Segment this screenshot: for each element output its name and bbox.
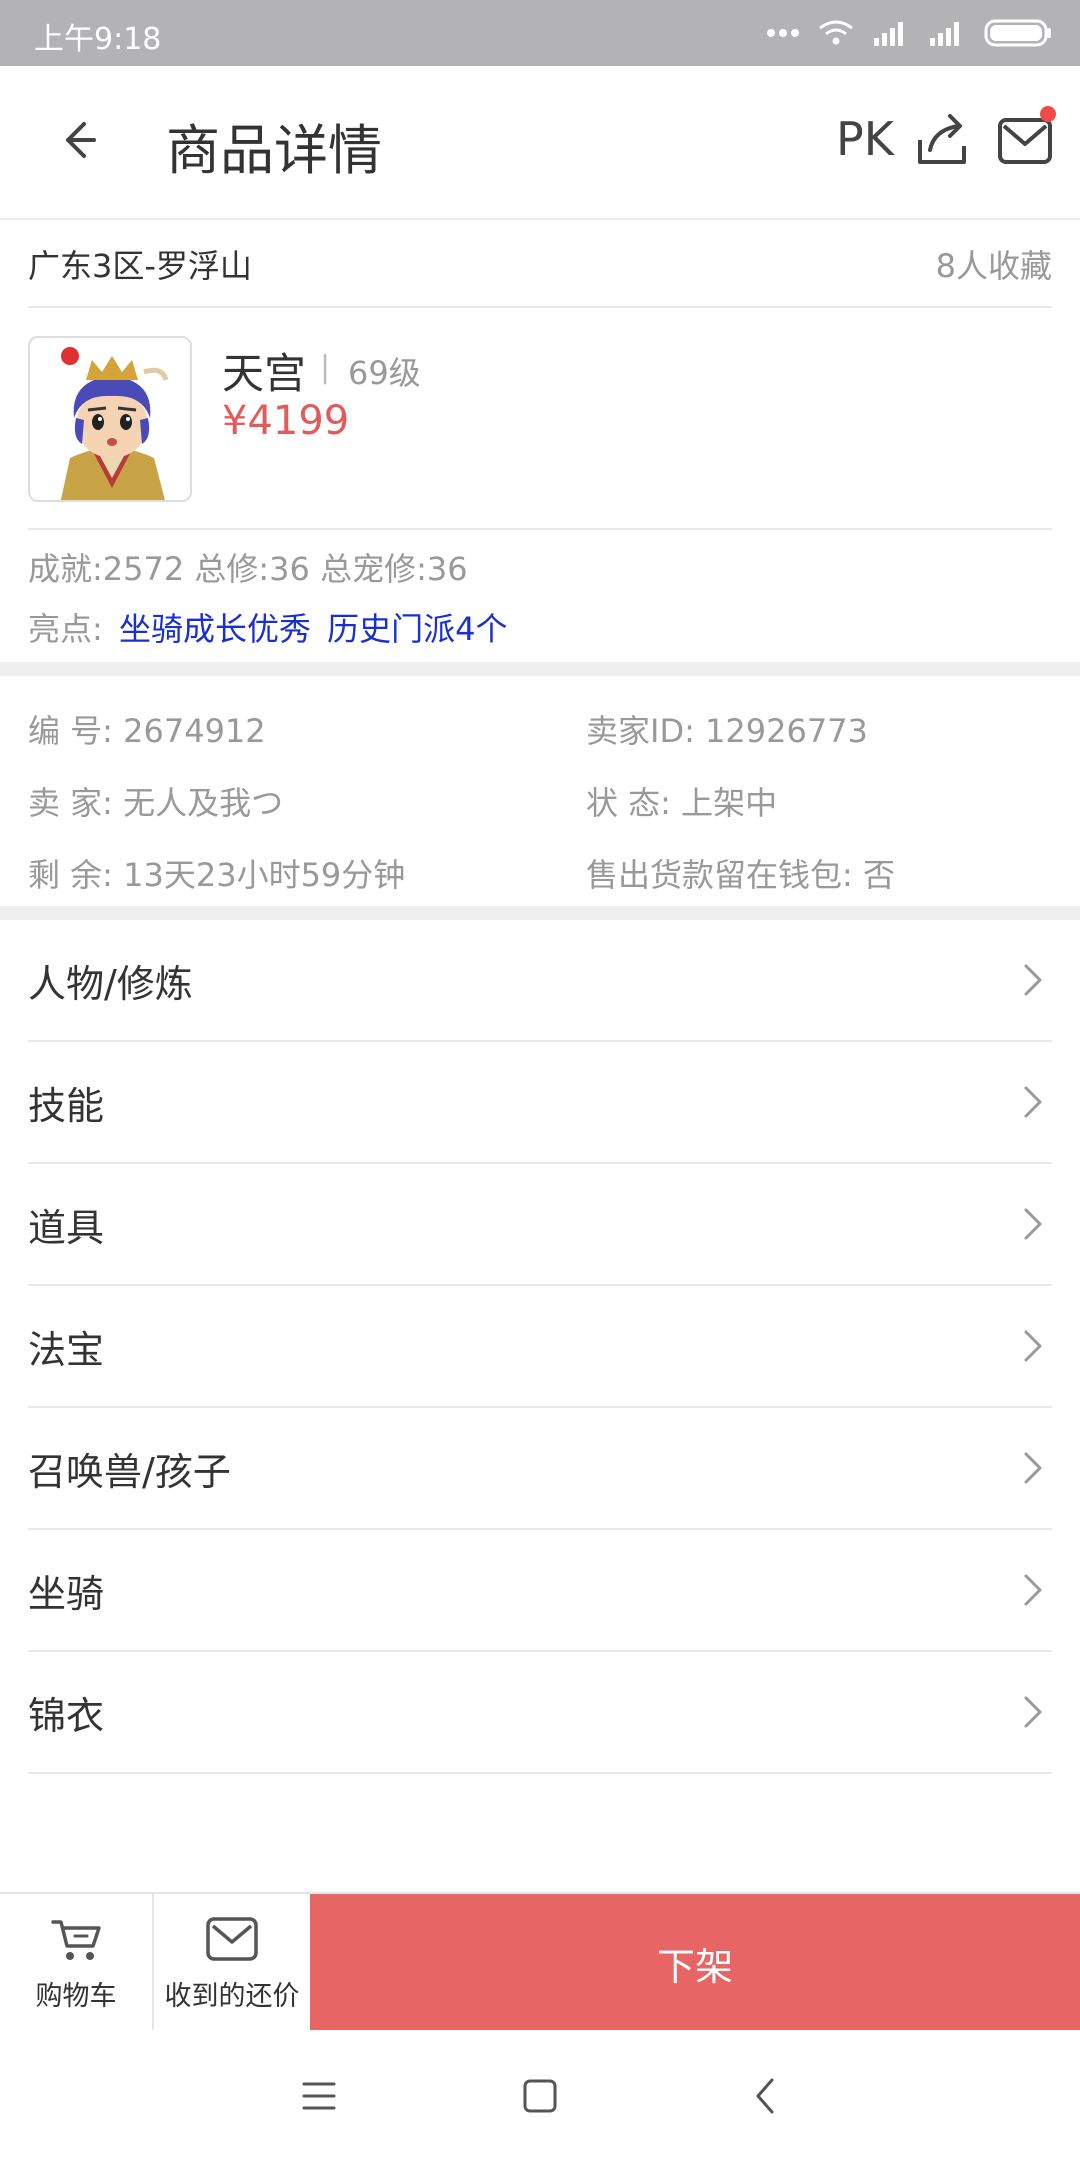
cart-label: 购物车 [35, 1980, 117, 2012]
received-offers-button[interactable]: 收到的还价 [154, 1894, 310, 2032]
favorites-count: 8人收藏 [935, 247, 1052, 285]
section-divider [0, 906, 1080, 920]
bottom-action-bar: 购物车 收到的还价 下架 [0, 1892, 1080, 2032]
chevron-right-icon [1024, 1086, 1042, 1118]
share-icon[interactable] [912, 110, 972, 170]
menu-icon[interactable] [294, 2074, 344, 2118]
menu-item-treasures[interactable]: 法宝 [28, 1286, 1052, 1408]
chevron-right-icon [1024, 1696, 1042, 1728]
highlights-label: 亮点: [28, 610, 103, 648]
chevron-right-icon [1024, 1330, 1042, 1362]
character-avatar[interactable] [28, 336, 192, 502]
chevron-right-icon [1024, 1574, 1042, 1606]
menu-item-skills[interactable]: 技能 [28, 1042, 1052, 1164]
listing-number: 编 号: 2674912 [28, 712, 266, 750]
system-nav-bar [0, 2030, 1080, 2160]
take-down-button[interactable]: 下架 [310, 1894, 1080, 2032]
status-icons [766, 14, 1052, 52]
server-row: 广东3区-罗浮山 8人收藏 [28, 222, 1052, 308]
highlight-tag: 历史门派4个 [327, 610, 508, 648]
seller-name: 卖 家: 无人及我つ [28, 784, 284, 822]
name-separator: | [320, 350, 331, 385]
highlight-tag: 坐骑成长优秀 [118, 610, 311, 648]
status-bar: 上午9:18 [0, 0, 1080, 66]
menu-item-label: 人物/修炼 [28, 961, 193, 1006]
time-remaining: 剩 余: 13天23小时59分钟 [28, 856, 406, 894]
signal-icon-2 [930, 22, 959, 46]
app-header: 商品详情 PK [0, 66, 1080, 220]
character-price: ¥4199 [222, 398, 350, 444]
server-name: 广东3区-罗浮山 [28, 247, 252, 285]
menu-item-items[interactable]: 道具 [28, 1164, 1052, 1286]
character-level: 69级 [348, 354, 421, 392]
notification-dot [1040, 106, 1056, 122]
page-title: 商品详情 [166, 119, 382, 182]
wifi-icon [819, 20, 853, 45]
character-name: 天宫 [222, 349, 307, 398]
menu-item-label: 道具 [28, 1205, 105, 1250]
cart-icon [51, 1919, 101, 1960]
menu-item-character[interactable]: 人物/修炼 [28, 920, 1052, 1042]
signal-icon [874, 22, 903, 46]
character-card: 天宫 | 69级 ¥4199 [28, 310, 1052, 530]
character-stats: 成就:2572 总修:36 总宠修:36 [28, 550, 468, 588]
highlights-row: 亮点: 坐骑成长优秀 历史门派4个 [28, 604, 508, 650]
status-time: 上午9:18 [34, 22, 162, 57]
menu-item-mounts[interactable]: 坐骑 [28, 1530, 1052, 1652]
battery-icon [984, 19, 1051, 47]
menu-item-label: 锦衣 [28, 1693, 105, 1738]
menu-item-outfits[interactable]: 锦衣 [28, 1652, 1052, 1774]
chevron-right-icon [1024, 964, 1042, 996]
menu-item-label: 召唤兽/孩子 [28, 1449, 231, 1494]
menu-item-label: 技能 [28, 1083, 105, 1128]
back-arrow-icon[interactable] [48, 110, 108, 170]
chevron-right-icon [1024, 1452, 1042, 1484]
cart-button[interactable]: 购物车 [0, 1894, 154, 2032]
menu-item-label: 坐骑 [28, 1571, 105, 1616]
character-portrait-icon [30, 338, 190, 500]
section-divider [0, 662, 1080, 676]
seller-id: 卖家ID: 12926773 [586, 712, 868, 750]
chevron-right-icon [1024, 1208, 1042, 1240]
envelope-icon [206, 1916, 258, 1961]
menu-item-label: 法宝 [28, 1327, 105, 1372]
wallet-setting: 售出货款留在钱包: 否 [586, 856, 895, 894]
pk-button[interactable]: PK [836, 112, 894, 166]
listing-status: 状 态: 上架中 [586, 784, 778, 822]
more-dots-icon [767, 29, 799, 37]
home-icon[interactable] [515, 2074, 565, 2118]
offers-label: 收到的还价 [164, 1980, 300, 2012]
menu-item-pets[interactable]: 召唤兽/孩子 [28, 1408, 1052, 1530]
nav-back-icon[interactable] [742, 2074, 792, 2118]
detail-menu: 人物/修炼 技能 道具 法宝 召唤兽/孩子 坐骑 锦衣 [28, 920, 1052, 1774]
